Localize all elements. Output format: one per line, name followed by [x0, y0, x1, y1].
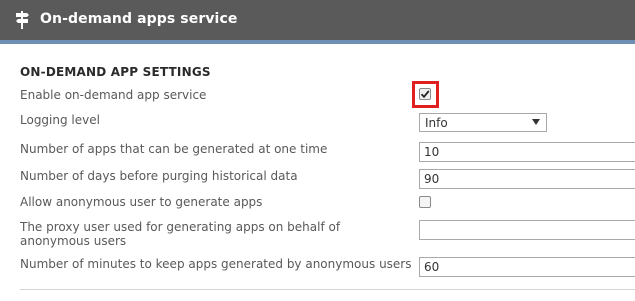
allow-anonymous-label: Allow anonymous user to generate apps	[20, 195, 263, 209]
signpost-icon	[16, 11, 29, 29]
logging-level-select[interactable]: Info	[419, 113, 547, 132]
allow-anonymous-checkbox[interactable]	[419, 196, 431, 208]
apps-count-label: Number of apps that can be generated at …	[20, 142, 328, 156]
enable-service-label: Enable on-demand app service	[20, 88, 207, 102]
keep-minutes-label: Number of minutes to keep apps generated…	[20, 257, 412, 271]
checkmark-icon	[420, 90, 430, 99]
apps-count-value: 10	[424, 145, 440, 159]
proxy-user-label: The proxy user used for generating apps …	[20, 220, 341, 248]
header-accent-line	[0, 40, 635, 44]
page-title: On-demand apps service	[40, 11, 238, 27]
logging-level-value: Info	[425, 116, 448, 130]
purge-days-input[interactable]: 90	[419, 169, 635, 189]
apps-count-input[interactable]: 10	[419, 142, 635, 162]
enable-service-checkbox[interactable]	[419, 88, 431, 100]
dropdown-arrow-icon	[532, 119, 540, 125]
keep-minutes-value: 60	[424, 260, 440, 274]
purge-days-value: 90	[424, 172, 440, 186]
section-divider	[20, 289, 635, 290]
section-title: ON-DEMAND APP SETTINGS	[20, 65, 211, 79]
keep-minutes-input[interactable]: 60	[419, 257, 635, 277]
proxy-user-input[interactable]	[419, 220, 635, 240]
purge-days-label: Number of days before purging historical…	[20, 169, 298, 183]
logging-level-label: Logging level	[20, 113, 100, 127]
